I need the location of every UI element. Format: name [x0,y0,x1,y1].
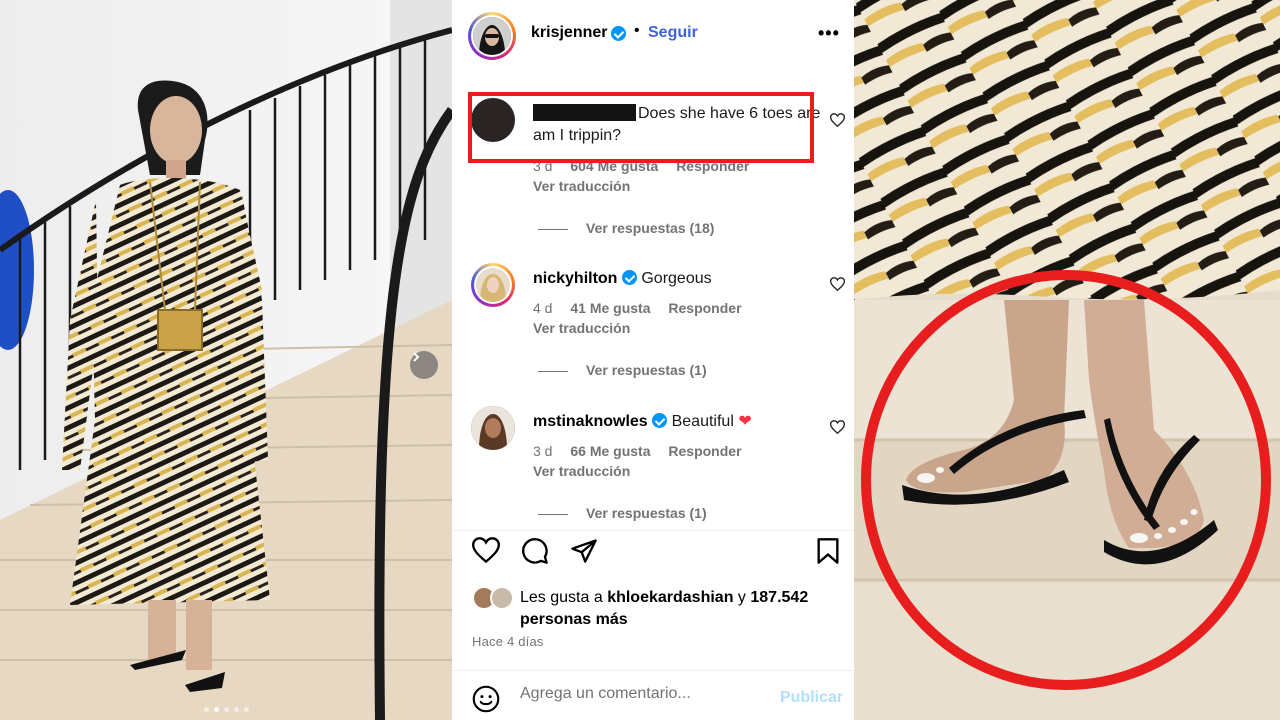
view-replies-link[interactable]: Ver respuestas (18) [538,220,714,236]
post-photo-left[interactable] [0,0,452,720]
comment-like-heart-icon[interactable] [830,113,845,127]
like-heart-icon[interactable] [472,537,500,563]
carousel-dot [223,707,229,712]
zoomed-feet-image [854,0,1280,720]
reply-button[interactable]: Responder [668,443,741,459]
author-username[interactable]: krisjenner [531,24,607,42]
share-send-icon[interactable] [570,537,598,565]
likes-prefix: Les gusta a [520,589,603,606]
comment-likes[interactable]: 41 Me gusta [570,300,650,316]
carousel-dot [203,707,209,712]
view-replies-link[interactable]: Ver respuestas (1) [538,505,707,521]
comment-meta: 4 d 41 Me gusta Responder [533,300,756,316]
likes-count[interactable]: 187.542 [750,589,808,606]
avatar-image [473,17,511,55]
liked-by-text[interactable]: Les gusta a khloekardashian y 187.542 pe… [520,587,850,631]
heart-emoji: ❤ [738,413,752,430]
separator-dot: • [634,22,640,39]
reply-button[interactable]: Responder [668,300,741,316]
verified-badge-icon [652,413,668,428]
translate-link[interactable]: Ver traducción [533,178,630,194]
likes-connector: y [737,589,746,606]
commenter-avatar[interactable] [471,263,515,307]
follow-button[interactable]: Seguir [648,24,698,42]
carousel-dot-active [213,707,219,712]
carousel-dot [233,707,239,712]
likes-user[interactable]: khloekardashian [607,589,733,606]
chevron-right-icon [413,352,420,362]
carousel-dot [243,707,249,712]
comment-composer: Publicar [452,670,854,720]
liker-avatar [490,586,514,610]
translate-link[interactable]: Ver traducción [533,320,630,336]
commenter-username[interactable]: mstinaknowles [533,413,648,430]
likes-suffix[interactable]: personas más [520,611,628,628]
carousel-next-button[interactable] [410,351,438,379]
post-header: krisjenner • Seguir ••• [452,0,854,68]
avatar-image [471,406,515,450]
comment-text: Beautiful [671,413,734,430]
liked-by-avatars [472,586,518,610]
commenter-username[interactable]: nickyhilton [533,270,617,287]
comment-input[interactable] [520,685,770,703]
translate-link[interactable]: Ver traducción [533,463,630,479]
staircase-photo [0,0,452,720]
view-replies-link[interactable]: Ver respuestas (1) [538,362,707,378]
verified-badge-icon [621,270,637,285]
author-avatar[interactable] [468,12,516,60]
highlight-annotation-box [468,92,814,163]
publish-button[interactable]: Publicar [780,689,843,707]
carousel-indicator [0,707,452,712]
emoji-smiley-icon[interactable] [472,685,500,713]
comment-text: Gorgeous [641,270,712,287]
comment-like-heart-icon[interactable] [830,277,845,291]
zoomed-feet-photo [854,0,1280,720]
commenter-avatar[interactable] [471,406,515,450]
verified-badge-icon [611,26,626,41]
comment-body: nickyhilton Gorgeous [533,268,823,290]
comment-meta: 3 d 66 Me gusta Responder [533,443,756,459]
post-timestamp[interactable]: Hace 4 días [472,634,544,649]
comment-body: mstinaknowles Beautiful ❤ [533,411,823,433]
post-actions-bar [452,530,854,574]
avatar-image [476,268,510,302]
comment-bubble-icon[interactable] [521,537,549,565]
comment-like-heart-icon[interactable] [830,420,845,434]
save-bookmark-icon[interactable] [816,537,840,565]
comment-likes[interactable]: 66 Me gusta [570,443,650,459]
more-options-button[interactable]: ••• [818,24,840,42]
comment-age: 4 d [533,300,553,316]
comment-age: 3 d [533,443,553,459]
